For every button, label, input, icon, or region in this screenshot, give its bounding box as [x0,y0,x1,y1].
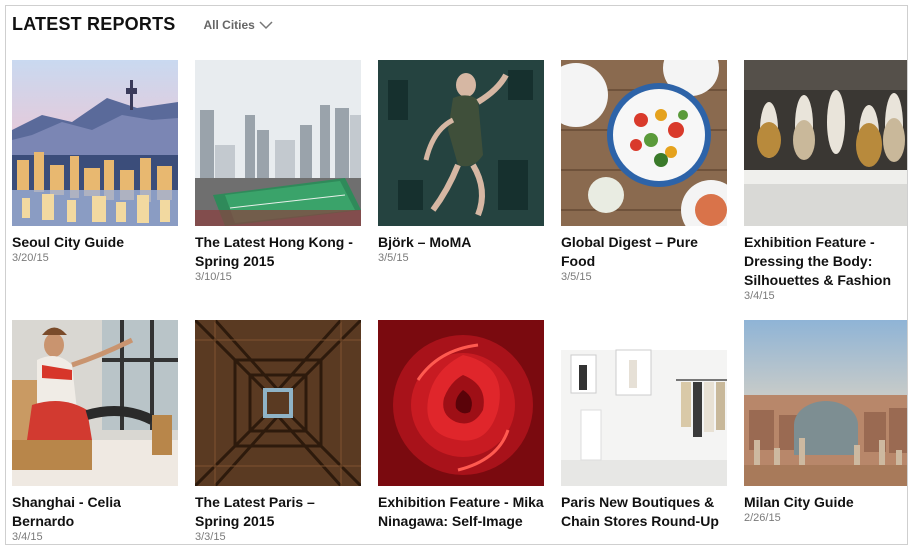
report-title[interactable]: Milan City Guide [744,493,907,512]
report-date: 3/4/15 [744,290,775,302]
report-thumbnail-shanghai[interactable] [12,320,178,486]
report-date: 3/20/15 [12,252,49,264]
report-card-paris[interactable]: The Latest Paris – Spring 2015 3/3/15 [195,320,361,544]
report-date: 3/4/15 [12,531,43,543]
report-card-bjork[interactable]: Björk – MoMA 3/5/15 [378,60,544,265]
report-date: 3/5/15 [561,271,592,283]
report-thumbnail-hong-kong[interactable] [195,60,361,226]
report-title[interactable]: Paris New Boutiques & Chain Stores Round… [561,493,727,531]
report-title[interactable]: Shanghai - Celia Bernardo [12,493,178,531]
report-thumbnail-bjork[interactable] [378,60,544,226]
report-card-seoul[interactable]: Seoul City Guide 3/20/15 [12,60,178,265]
report-date: 3/3/15 [195,531,226,543]
report-card-dressing-the-body[interactable]: Exhibition Feature - Dressing the Body: … [744,60,907,303]
report-thumbnail-paris[interactable] [195,320,361,486]
report-date: 2/26/15 [744,512,781,524]
report-date: 3/5/15 [378,252,409,264]
report-card-shanghai[interactable]: Shanghai - Celia Bernardo 3/4/15 [12,320,178,544]
report-thumbnail-mika-ninagawa[interactable] [378,320,544,486]
report-title[interactable]: The Latest Paris – Spring 2015 [195,493,361,531]
latest-reports-panel: LATEST REPORTS All Cities Seoul City Gui… [5,5,908,545]
section-header: LATEST REPORTS All Cities [12,14,273,35]
report-title[interactable]: Seoul City Guide [12,233,178,252]
report-thumbnail-seoul[interactable] [12,60,178,226]
report-card-global-digest[interactable]: Global Digest – Pure Food 3/5/15 [561,60,727,284]
city-filter-dropdown[interactable]: All Cities [203,17,273,32]
report-title[interactable]: Björk – MoMA [378,233,544,252]
report-thumbnail-dressing-the-body[interactable] [744,60,907,226]
report-title[interactable]: Exhibition Feature - Mika Ninagawa: Self… [378,493,544,531]
report-card-paris-boutiques[interactable]: Paris New Boutiques & Chain Stores Round… [561,320,727,531]
report-title[interactable]: Exhibition Feature - Dressing the Body: … [744,233,907,290]
report-card-hong-kong[interactable]: The Latest Hong Kong - Spring 2015 3/10/… [195,60,361,284]
city-filter-label: All Cities [203,17,255,32]
report-card-mika-ninagawa[interactable]: Exhibition Feature - Mika Ninagawa: Self… [378,320,544,531]
section-title: LATEST REPORTS [12,14,176,34]
report-thumbnail-milan[interactable] [744,320,907,486]
report-title[interactable]: The Latest Hong Kong - Spring 2015 [195,233,361,271]
report-title[interactable]: Global Digest – Pure Food [561,233,727,271]
report-thumbnail-paris-boutiques[interactable] [561,320,727,486]
report-date: 3/10/15 [195,271,232,283]
report-card-milan[interactable]: Milan City Guide 2/26/15 [744,320,907,525]
report-thumbnail-global-digest[interactable] [561,60,727,226]
chevron-down-icon [259,20,273,29]
